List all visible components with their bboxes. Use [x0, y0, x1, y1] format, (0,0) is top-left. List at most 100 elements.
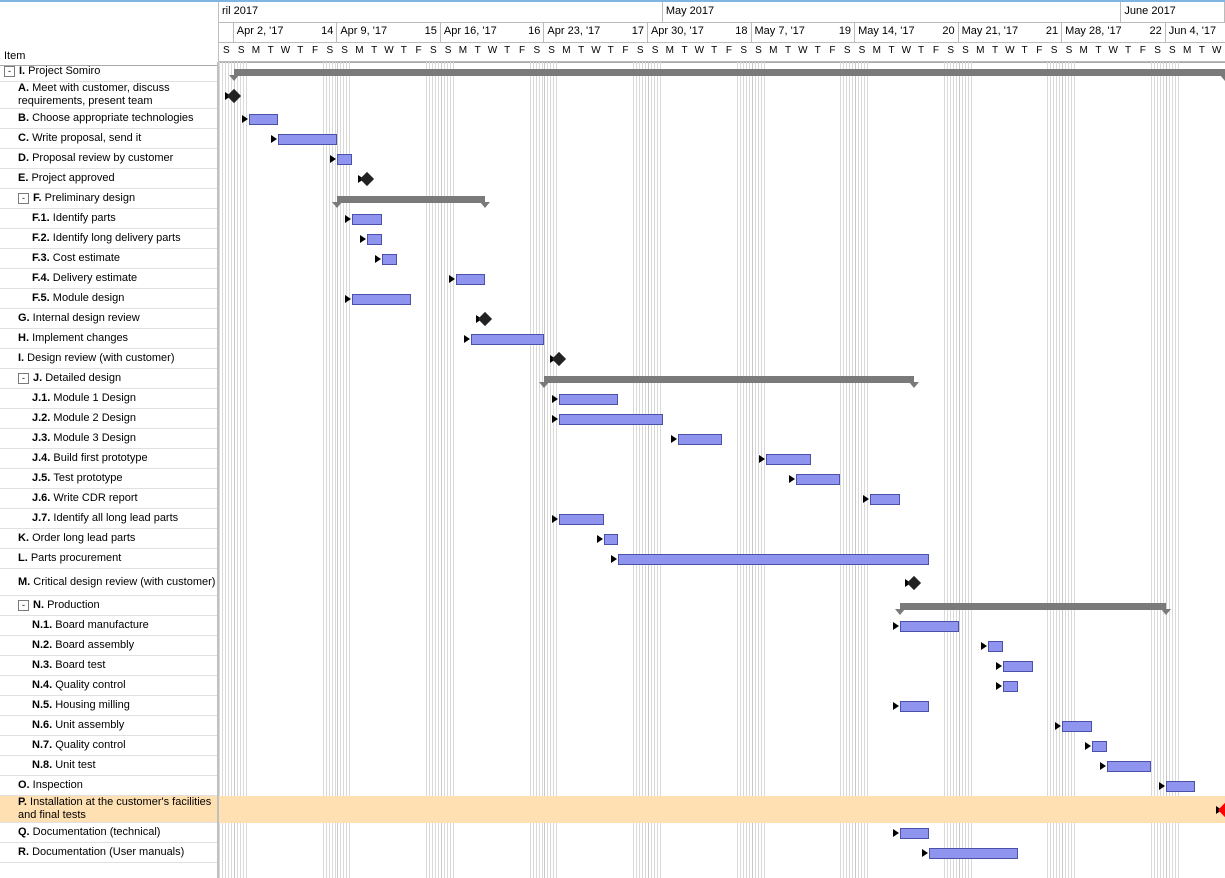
task-tree-row[interactable]: N.2. Board assembly: [0, 636, 217, 656]
task-bar[interactable]: [559, 514, 603, 525]
task-tree-row[interactable]: F.3. Cost estimate: [0, 249, 217, 269]
task-tree-row[interactable]: N.3. Board test: [0, 656, 217, 676]
task-tree-row[interactable]: Q. Documentation (technical): [0, 823, 217, 843]
day-cell: T: [914, 42, 929, 56]
task-bar[interactable]: [870, 494, 900, 505]
task-label: P. Installation at the customer's facili…: [18, 796, 217, 822]
task-tree-row[interactable]: N.1. Board manufacture: [0, 616, 217, 636]
task-tree-row[interactable]: J.6. Write CDR report: [0, 489, 217, 509]
task-label: B. Choose appropriate technologies: [18, 112, 194, 125]
task-label: J.6. Write CDR report: [32, 492, 138, 505]
task-bar[interactable]: [900, 701, 930, 712]
timeline-pane[interactable]: ril 2017May 2017June 2017 Apr 2, '1714Ap…: [219, 2, 1225, 878]
task-tree-row[interactable]: J.2. Module 2 Design: [0, 409, 217, 429]
task-bar[interactable]: [1003, 681, 1018, 692]
task-tree-row[interactable]: N.4. Quality control: [0, 676, 217, 696]
task-label: F.3. Cost estimate: [32, 252, 120, 265]
task-tree-row[interactable]: -J. Detailed design: [0, 369, 217, 389]
task-tree-row[interactable]: R. Documentation (User manuals): [0, 843, 217, 863]
task-bar[interactable]: [278, 134, 337, 145]
task-bar[interactable]: [1107, 761, 1151, 772]
task-label: L. Parts procurement: [18, 552, 121, 565]
task-tree[interactable]: -I. Project SomiroA. Meet with customer,…: [0, 62, 218, 878]
task-bar[interactable]: [249, 114, 279, 125]
dependency-arrow-icon: [330, 155, 336, 163]
task-tree-row[interactable]: F.1. Identify parts: [0, 209, 217, 229]
task-bar[interactable]: [1092, 741, 1107, 752]
task-tree-row[interactable]: J.7. Identify all long lead parts: [0, 509, 217, 529]
task-bar[interactable]: [367, 234, 382, 245]
task-tree-row[interactable]: D. Proposal review by customer: [0, 149, 217, 169]
task-bar[interactable]: [559, 394, 618, 405]
task-bar[interactable]: [900, 621, 959, 632]
task-bar[interactable]: [1166, 781, 1196, 792]
task-tree-row[interactable]: B. Choose appropriate technologies: [0, 109, 217, 129]
task-tree-row[interactable]: N.8. Unit test: [0, 756, 217, 776]
dependency-arrow-icon: [552, 515, 558, 523]
task-tree-row[interactable]: J.4. Build first prototype: [0, 449, 217, 469]
gantt-row: [219, 469, 1225, 489]
task-bar[interactable]: [766, 454, 810, 465]
task-tree-row[interactable]: C. Write proposal, send it: [0, 129, 217, 149]
summary-bar[interactable]: [544, 376, 914, 383]
task-tree-row[interactable]: F.4. Delivery estimate: [0, 269, 217, 289]
gantt-row: [219, 289, 1225, 309]
task-bar[interactable]: [456, 274, 486, 285]
day-cell: W: [278, 42, 293, 56]
task-bar[interactable]: [1062, 721, 1092, 732]
task-bar[interactable]: [1003, 661, 1033, 672]
task-tree-row[interactable]: E. Project approved: [0, 169, 217, 189]
collapse-toggle[interactable]: -: [18, 373, 29, 384]
collapse-toggle[interactable]: -: [18, 600, 29, 611]
task-tree-row[interactable]: M. Critical design review (with customer…: [0, 569, 217, 596]
task-bar[interactable]: [988, 641, 1003, 652]
task-tree-row[interactable]: N.6. Unit assembly: [0, 716, 217, 736]
task-bar[interactable]: [352, 294, 411, 305]
day-cell: T: [396, 42, 411, 56]
day-cell: F: [308, 42, 323, 56]
grid-area[interactable]: [219, 62, 1225, 878]
task-tree-row[interactable]: F.5. Module design: [0, 289, 217, 309]
task-tree-row[interactable]: -I. Project Somiro: [0, 62, 217, 82]
week-cell: Apr 30, '1718: [648, 22, 752, 42]
summary-bar[interactable]: [337, 196, 485, 203]
gantt-row: [219, 616, 1225, 636]
task-label: I. Project Somiro: [19, 65, 100, 78]
task-tree-row[interactable]: P. Installation at the customer's facili…: [0, 796, 217, 823]
task-bar[interactable]: [352, 214, 382, 225]
task-bar[interactable]: [604, 534, 619, 545]
task-tree-row[interactable]: K. Order long lead parts: [0, 529, 217, 549]
task-tree-row[interactable]: F.2. Identify long delivery parts: [0, 229, 217, 249]
dependency-arrow-icon: [671, 435, 677, 443]
task-label: N.2. Board assembly: [32, 639, 134, 652]
task-tree-row[interactable]: J.5. Test prototype: [0, 469, 217, 489]
task-tree-row[interactable]: H. Implement changes: [0, 329, 217, 349]
task-tree-row[interactable]: O. Inspection: [0, 776, 217, 796]
task-bar[interactable]: [559, 414, 663, 425]
task-tree-row[interactable]: -F. Preliminary design: [0, 189, 217, 209]
summary-bar[interactable]: [900, 603, 1166, 610]
task-tree-row[interactable]: -N. Production: [0, 596, 217, 616]
task-bar[interactable]: [796, 474, 840, 485]
task-tree-row[interactable]: N.5. Housing milling: [0, 696, 217, 716]
task-tree-row[interactable]: A. Meet with customer, discuss requireme…: [0, 82, 217, 109]
day-cell: T: [1017, 42, 1032, 56]
day-cell: T: [293, 42, 308, 56]
collapse-toggle[interactable]: -: [4, 66, 15, 77]
task-bar[interactable]: [471, 334, 545, 345]
task-tree-row[interactable]: J.1. Module 1 Design: [0, 389, 217, 409]
task-bar[interactable]: [337, 154, 352, 165]
task-bar[interactable]: [618, 554, 929, 565]
task-bar[interactable]: [900, 828, 930, 839]
dependency-arrow-icon: [464, 335, 470, 343]
task-tree-row[interactable]: N.7. Quality control: [0, 736, 217, 756]
task-tree-row[interactable]: J.3. Module 3 Design: [0, 429, 217, 449]
collapse-toggle[interactable]: -: [18, 193, 29, 204]
task-bar[interactable]: [929, 848, 1018, 859]
task-tree-row[interactable]: G. Internal design review: [0, 309, 217, 329]
task-bar[interactable]: [382, 254, 397, 265]
summary-bar[interactable]: [234, 69, 1225, 76]
task-bar[interactable]: [678, 434, 722, 445]
task-tree-row[interactable]: L. Parts procurement: [0, 549, 217, 569]
task-tree-row[interactable]: I. Design review (with customer): [0, 349, 217, 369]
